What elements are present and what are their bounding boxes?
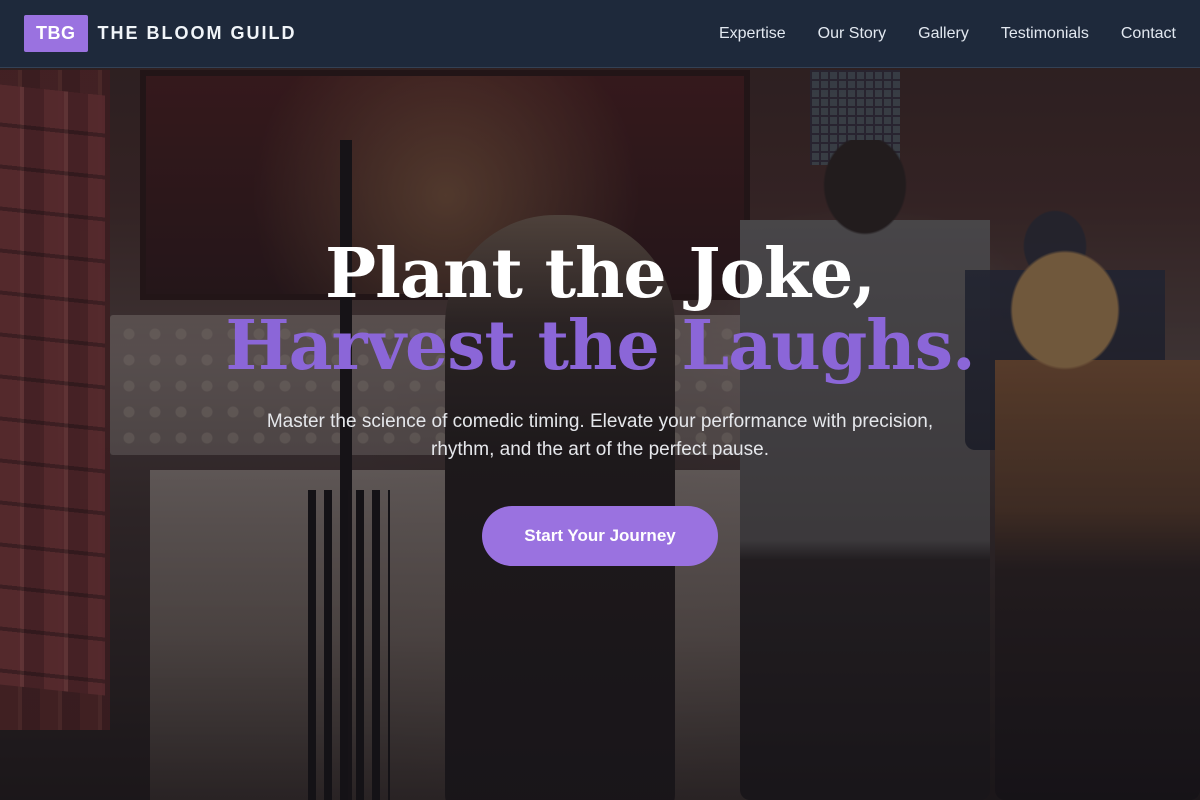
brand-name: THE BLOOM GUILD bbox=[97, 23, 297, 43]
nav-link-our-story[interactable]: Our Story bbox=[818, 25, 886, 42]
hero-section: Plant the Joke, Harvest the Laughs. Mast… bbox=[0, 238, 1200, 566]
nav-link-contact[interactable]: Contact bbox=[1121, 25, 1176, 42]
hero-subtitle: Master the science of comedic timing. El… bbox=[266, 411, 934, 460]
hero-headline: Plant the Joke, Harvest the Laughs. bbox=[0, 238, 1200, 382]
headline-line-1: Plant the Joke, bbox=[325, 234, 876, 314]
nav-links: Expertise Our Story Gallery Testimonials… bbox=[719, 25, 1176, 43]
start-journey-button[interactable]: Start Your Journey bbox=[482, 506, 718, 566]
brand-logo[interactable]: TBG THE BLOOM GUILD bbox=[24, 15, 297, 52]
headline-line-2: Harvest the Laughs. bbox=[225, 306, 975, 386]
nav-link-expertise[interactable]: Expertise bbox=[719, 25, 786, 42]
nav-link-testimonials[interactable]: Testimonials bbox=[1001, 25, 1089, 42]
nav-link-gallery[interactable]: Gallery bbox=[918, 25, 969, 42]
logo-badge: TBG bbox=[24, 15, 88, 52]
top-navbar: TBG THE BLOOM GUILD Expertise Our Story … bbox=[0, 0, 1200, 68]
